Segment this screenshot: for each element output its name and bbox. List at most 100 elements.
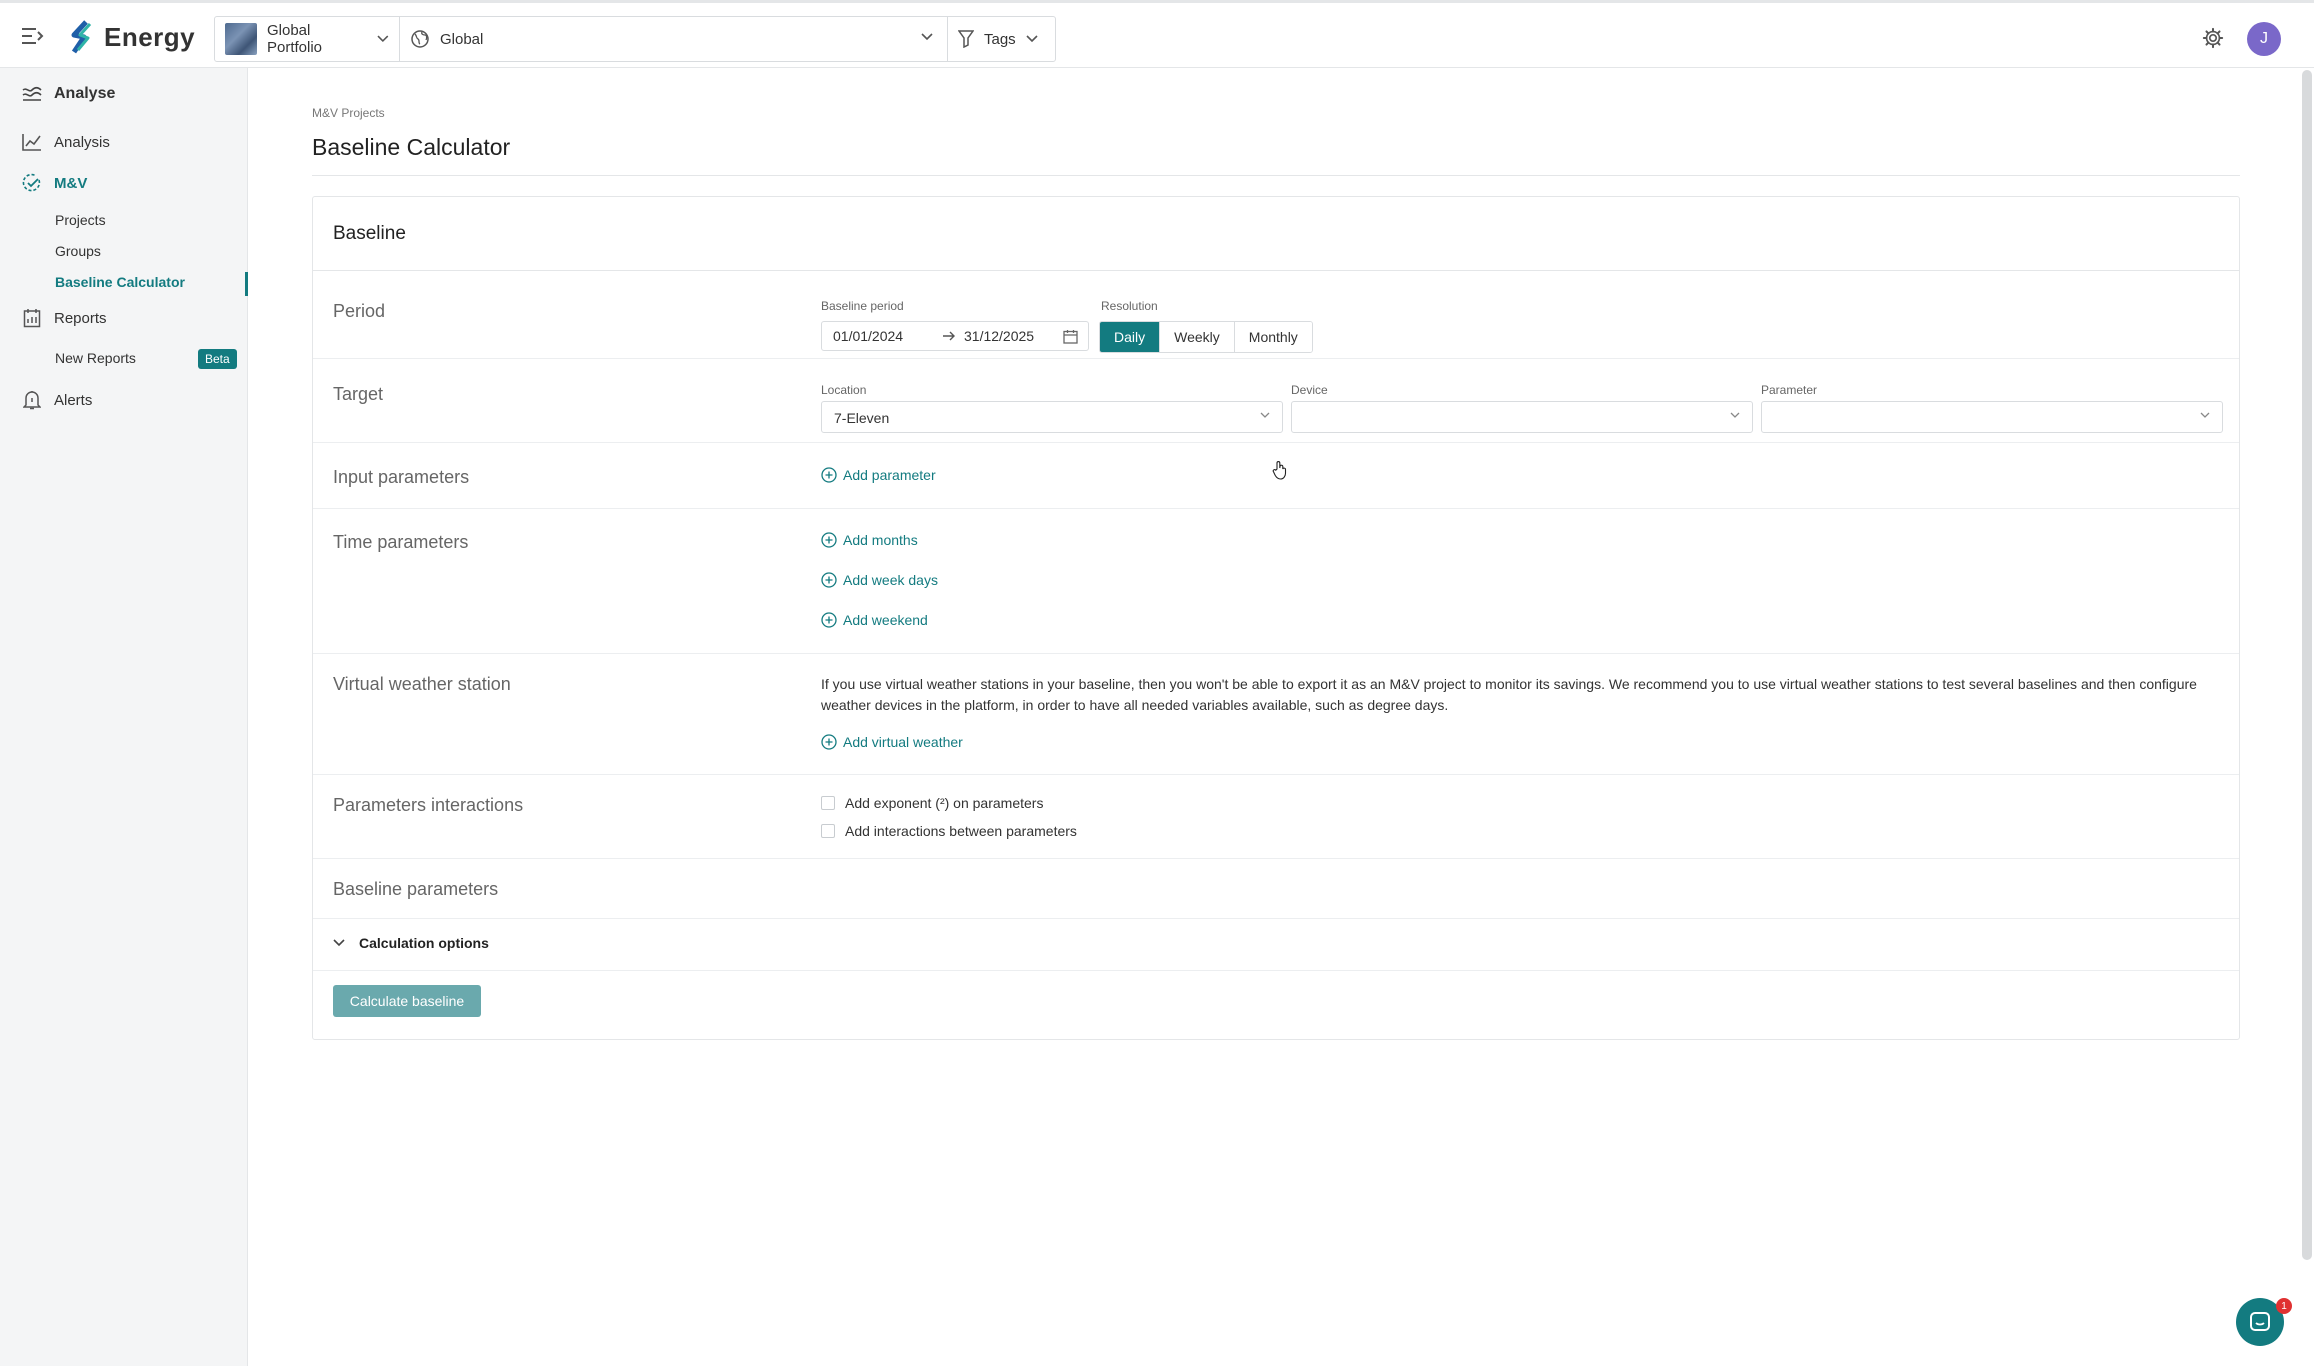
chat-icon (2250, 1312, 2270, 1331)
chevron-down-icon (377, 35, 389, 43)
top-bar: Energy Global Portfolio Global Tags J (0, 0, 2314, 68)
add-weekend-label: Add weekend (843, 612, 928, 628)
add-parameter-link[interactable]: Add parameter (821, 467, 936, 483)
context-selector: Global Portfolio Global Tags (214, 16, 1056, 62)
start-date[interactable]: 01/01/2024 (833, 328, 938, 344)
checkbox-box[interactable] (821, 796, 835, 810)
card-header: Baseline (313, 197, 2239, 271)
check-circle-icon (22, 173, 42, 193)
row-label: Input parameters (333, 467, 470, 487)
period-row: Period Baseline period 01/01/2024 31/12/… (313, 271, 2239, 359)
resolution-weekly-button[interactable]: Weekly (1160, 322, 1235, 352)
filter-icon (958, 30, 974, 48)
row-label: Period (333, 301, 386, 321)
sidebar-item-alerts[interactable]: Alerts (22, 390, 92, 410)
resolution-toggle: Daily Weekly Monthly (1099, 321, 1313, 353)
add-virtual-weather-label: Add virtual weather (843, 734, 963, 750)
portfolio-thumbnail (225, 23, 257, 55)
portfolio-selector[interactable]: Global Portfolio (215, 17, 400, 61)
sidebar-subitem-baseline-calculator[interactable]: Baseline Calculator (55, 274, 185, 290)
plus-circle-icon (821, 572, 837, 588)
scrollbar[interactable] (2302, 70, 2312, 1260)
calculation-options-toggle[interactable]: Calculation options (333, 935, 489, 951)
sidebar-item-label: Analysis (54, 133, 110, 151)
add-virtual-weather-link[interactable]: Add virtual weather (821, 734, 963, 750)
location-scope-label: Global (440, 30, 484, 48)
portfolio-label: Global Portfolio (267, 22, 323, 56)
resolution-daily-button[interactable]: Daily (1100, 322, 1161, 352)
tags-filter[interactable]: Tags (948, 17, 1055, 61)
app-name: Energy (104, 21, 196, 52)
exponent-checkbox[interactable]: Add exponent (²) on parameters (821, 795, 1043, 811)
menu-toggle-icon[interactable] (20, 25, 46, 47)
chevron-down-icon (921, 33, 933, 41)
checkbox-label: Add exponent (²) on parameters (845, 795, 1044, 811)
row-label: Parameters interactions (333, 795, 524, 815)
virtual-weather-info: If you use virtual weather stations in y… (821, 676, 2197, 713)
checkbox-label: Add interactions between parameters (845, 823, 1077, 839)
baseline-period-picker[interactable]: 01/01/2024 31/12/2025 (821, 321, 1089, 351)
calculate-baseline-button[interactable]: Calculate baseline (333, 985, 481, 1017)
location-scope-selector[interactable]: Global (400, 17, 948, 61)
end-date[interactable]: 31/12/2025 (964, 328, 1064, 344)
add-parameter-label: Add parameter (843, 467, 936, 483)
row-label: Time parameters (333, 532, 469, 552)
sidebar-subitem-projects[interactable]: Projects (55, 212, 106, 228)
analyse-icon (22, 84, 42, 104)
sidebar-item-label: Alerts (54, 391, 93, 409)
report-icon (22, 308, 42, 328)
gear-icon[interactable] (2202, 27, 2224, 49)
row-label: Baseline parameters (333, 879, 499, 899)
row-label: Target (333, 384, 384, 404)
location-select[interactable]: 7-Eleven (821, 401, 1283, 433)
parameter-select[interactable] (1761, 401, 2223, 433)
sidebar: Analyse Analysis M&V Projects Groups Bas… (0, 68, 248, 1366)
user-avatar[interactable]: J (2247, 22, 2281, 56)
calculation-options-label: Calculation options (359, 935, 489, 951)
device-select[interactable] (1291, 401, 1753, 433)
target-row: Target Location 7-Eleven Device Paramete… (313, 359, 2239, 443)
plus-circle-icon (821, 532, 837, 548)
chevron-down-icon (1026, 35, 1038, 43)
chevron-down-icon (2200, 412, 2210, 418)
field-label: Location (821, 383, 867, 397)
row-label: Virtual weather station (333, 674, 511, 694)
add-months-label: Add months (843, 532, 918, 548)
main-content: M&V Projects Baseline Calculator Baselin… (248, 68, 2314, 1366)
logo-mark-icon (71, 20, 92, 54)
interactions-checkbox[interactable]: Add interactions between parameters (821, 823, 1077, 839)
field-label: Device (1291, 383, 1328, 397)
plus-circle-icon (821, 734, 837, 750)
sidebar-subitem-new-reports[interactable]: New Reports (55, 350, 136, 366)
tags-label: Tags (984, 30, 1016, 48)
sidebar-item-mv[interactable]: M&V (22, 173, 87, 193)
field-label: Resolution (1101, 299, 1158, 313)
calculation-options-row: Calculation options (313, 919, 2239, 971)
checkbox-box[interactable] (821, 824, 835, 838)
add-months-link[interactable]: Add months (821, 532, 918, 548)
add-weekend-link[interactable]: Add weekend (821, 612, 928, 628)
add-week-days-link[interactable]: Add week days (821, 572, 938, 588)
baseline-parameters-row: Baseline parameters (313, 859, 2239, 919)
sidebar-section-analyse[interactable]: Analyse (22, 84, 115, 104)
virtual-weather-row: Virtual weather station If you use virtu… (313, 654, 2239, 775)
notification-badge: 1 (2276, 1298, 2292, 1314)
calendar-icon[interactable] (1063, 329, 1078, 344)
sidebar-item-label: Reports (54, 309, 107, 327)
breadcrumb[interactable]: M&V Projects (312, 106, 385, 120)
divider (312, 175, 2240, 176)
sidebar-item-analysis[interactable]: Analysis (22, 132, 110, 152)
arrow-right-icon (943, 331, 955, 341)
bell-icon (22, 390, 42, 410)
chevron-down-icon (333, 939, 345, 947)
plus-circle-icon (821, 612, 837, 628)
chevron-down-icon (1260, 412, 1270, 418)
chart-icon (22, 132, 42, 152)
resolution-monthly-button[interactable]: Monthly (1234, 322, 1312, 352)
app-logo[interactable]: Energy (66, 19, 195, 55)
chevron-down-icon (1730, 412, 1740, 418)
hand-cursor-icon (1272, 461, 1287, 480)
sidebar-item-reports[interactable]: Reports (22, 308, 107, 328)
location-value: 7-Eleven (834, 410, 890, 426)
sidebar-subitem-groups[interactable]: Groups (55, 243, 101, 259)
